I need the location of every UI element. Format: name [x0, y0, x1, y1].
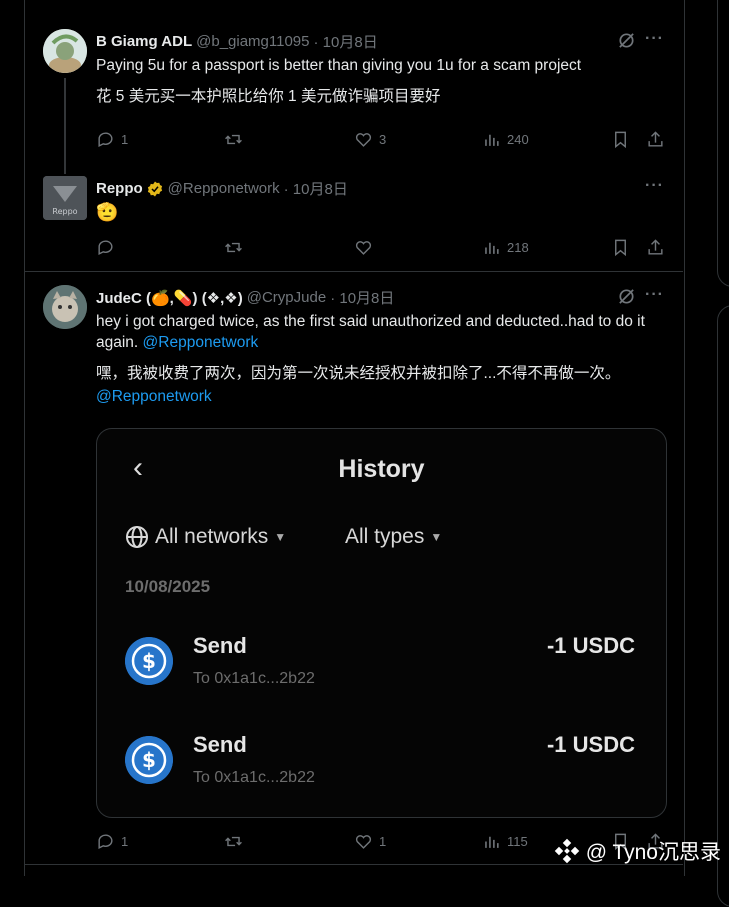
transaction-row: $ Send To 0x1a1c...2b22 -1 USDC: [125, 633, 635, 693]
tweet-actions: 218: [96, 238, 666, 258]
avatar[interactable]: [43, 285, 87, 329]
like-button[interactable]: 3: [354, 130, 386, 149]
mention-link[interactable]: @Repponetwork: [143, 334, 259, 351]
heart-icon: [355, 835, 372, 849]
tweet-text: hey i got charged twice, as the first sa…: [96, 311, 671, 353]
like-count: 1: [379, 834, 387, 849]
heart-icon: [355, 241, 372, 255]
transaction-type: Send: [193, 633, 247, 658]
view-count: 115: [507, 834, 528, 849]
caret-down-icon: ▼: [430, 530, 443, 544]
reply-icon: [98, 834, 113, 849]
usdc-icon: $: [125, 736, 173, 784]
reply-button[interactable]: 1: [96, 832, 128, 851]
reply-count: 1: [121, 132, 129, 147]
grok-icon[interactable]: [617, 31, 636, 50]
timestamp[interactable]: · 10月8日: [330, 287, 394, 308]
view-count: 240: [507, 132, 529, 147]
tweet-actions: 1 3 240: [96, 130, 666, 150]
avatar[interactable]: Reppo: [43, 176, 87, 220]
tweet-header: Reppo @Repponetwork · 10月8日: [96, 178, 348, 199]
avatar-image: Reppo: [43, 176, 87, 220]
right-sidebar-panel: [717, 305, 729, 907]
avatar-label: Reppo: [52, 207, 77, 216]
like-button[interactable]: [354, 238, 373, 257]
view-count: 218: [507, 240, 529, 255]
history-date: 10/08/2025: [125, 577, 211, 596]
transaction-row: $ Send To 0x1a1c...2b22 -1 USDC: [125, 732, 635, 792]
watermark-text: @ Tyno沉思录: [585, 841, 721, 864]
handle[interactable]: @Repponetwork: [168, 180, 280, 197]
svg-text:$: $: [142, 649, 156, 673]
tweet-translation: 花 5 美元买一本护照比给你 1 美元做诈骗项目要好: [96, 88, 441, 105]
reply-icon: [98, 132, 113, 147]
transaction-recipient: To 0x1a1c...2b22: [193, 769, 315, 786]
tweet-text: Paying 5u for a passport is better than …: [96, 57, 582, 74]
tweet-header: JudeC (🍊,💊) (❖,❖) @CrypJude · 10月8日: [96, 287, 394, 308]
retweet-button[interactable]: [224, 130, 243, 149]
analytics-icon: [485, 836, 499, 848]
attached-image[interactable]: ‹ History All networks ▼ All types ▼ 10/…: [96, 428, 667, 818]
tweet-header: B Giamg ADL @b_giamg11095 · 10月8日: [96, 31, 378, 52]
thread-line: [64, 78, 66, 174]
retweet-icon: [225, 836, 242, 847]
display-name[interactable]: B Giamg ADL: [96, 33, 192, 50]
right-sidebar-panel: [717, 0, 729, 287]
views-button[interactable]: 115: [482, 832, 528, 851]
history-title: History: [338, 455, 425, 483]
tweet-text: 🫡: [96, 202, 119, 222]
reply-button[interactable]: [96, 238, 115, 257]
views-button[interactable]: 240: [482, 130, 529, 149]
retweet-button[interactable]: [224, 832, 243, 851]
display-name[interactable]: JudeC (🍊,💊) (❖,❖): [96, 289, 243, 307]
share-icon[interactable]: [646, 238, 665, 257]
caret-down-icon: ▼: [274, 530, 287, 544]
svg-text:$: $: [142, 748, 156, 772]
watermark: @ Tyno沉思录: [554, 836, 721, 866]
tweet-divider: [24, 271, 683, 272]
type-filter-label: All types: [345, 525, 425, 548]
views-button[interactable]: 218: [482, 238, 529, 257]
transaction-recipient: To 0x1a1c...2b22: [193, 670, 315, 687]
type-filter: All types ▼: [345, 525, 442, 549]
more-options-icon[interactable]: ···: [645, 177, 664, 195]
like-button[interactable]: 1: [354, 832, 386, 851]
retweet-button[interactable]: [224, 238, 243, 257]
reply-count: 1: [121, 834, 129, 849]
network-filter: All networks ▼: [125, 525, 286, 549]
transaction-type: Send: [193, 732, 247, 757]
timestamp[interactable]: · 10月8日: [314, 31, 378, 52]
display-name[interactable]: Reppo: [96, 180, 143, 197]
network-filter-label: All networks: [155, 525, 269, 548]
transaction-amount: -1 USDC: [546, 633, 635, 658]
heart-icon: [355, 133, 372, 147]
verified-badge-icon: [147, 181, 162, 196]
reply-icon: [98, 240, 113, 255]
avatar[interactable]: [43, 29, 87, 73]
bookmark-icon[interactable]: [611, 238, 630, 257]
grok-icon[interactable]: [617, 287, 636, 306]
binance-logo-icon: [554, 838, 579, 864]
bookmark-icon[interactable]: [611, 130, 630, 149]
reply-button[interactable]: 1: [96, 130, 128, 149]
more-options-icon[interactable]: ···: [645, 30, 664, 48]
share-icon[interactable]: [646, 130, 665, 149]
analytics-icon: [485, 242, 499, 254]
retweet-icon: [225, 242, 242, 253]
like-count: 3: [379, 132, 387, 147]
analytics-icon: [485, 134, 499, 146]
usdc-icon: $: [125, 637, 173, 685]
handle[interactable]: @CrypJude: [247, 289, 326, 306]
tweet-translation: 嘿，我被收费了两次，因为第一次说未经授权并被扣除了...不得不再做一次。 @Re…: [96, 363, 671, 407]
timestamp[interactable]: · 10月8日: [284, 178, 348, 199]
transaction-amount: -1 USDC: [546, 732, 635, 757]
retweet-icon: [225, 134, 242, 145]
avatar-image: [43, 285, 87, 329]
mention-link[interactable]: @Repponetwork: [96, 386, 671, 407]
translation-text: 嘿，我被收费了两次，因为第一次说未经授权并被扣除了...不得不再做一次。: [96, 365, 621, 382]
globe-icon: [126, 526, 148, 548]
more-options-icon[interactable]: ···: [645, 286, 664, 304]
avatar-image: [43, 29, 87, 73]
handle[interactable]: @b_giamg11095: [196, 33, 309, 50]
